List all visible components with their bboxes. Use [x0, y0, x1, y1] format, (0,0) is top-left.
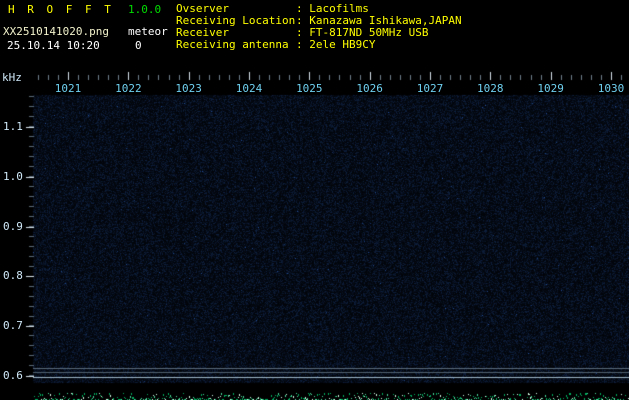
time-tick-label: 1029	[537, 82, 564, 95]
hrofft-window: H R O F F T 1.0.0 XX2510141020.png meteo…	[0, 0, 629, 400]
freq-tick-label: 1.0	[3, 170, 23, 183]
freq-tick-label: 0.9	[3, 220, 23, 233]
time-tick-label: 1022	[115, 82, 142, 95]
echo-count: 0	[135, 39, 142, 52]
app-title: H R O F F T	[8, 3, 114, 16]
y-axis-unit-label: kHz	[2, 71, 22, 84]
info-label: Receiving antenna	[176, 39, 296, 51]
time-tick-label: 1024	[236, 82, 263, 95]
time-tick-label: 1030	[598, 82, 625, 95]
time-tick-label: 1021	[55, 82, 82, 95]
spectrogram-display	[0, 0, 629, 400]
time-tick-label: 1028	[477, 82, 504, 95]
time-tick-label: 1023	[175, 82, 202, 95]
output-filename: XX2510141020.png	[3, 25, 109, 38]
freq-tick-label: 0.6	[3, 369, 23, 382]
freq-tick-label: 1.1	[3, 120, 23, 133]
station-info-block: Ovserver: LacofilmsReceiving Location: K…	[176, 3, 462, 51]
time-tick-label: 1026	[356, 82, 383, 95]
time-tick-label: 1025	[296, 82, 323, 95]
info-value: : 2ele HB9CY	[296, 38, 375, 51]
observation-mode-label: meteor	[128, 25, 168, 38]
time-tick-label: 1027	[417, 82, 444, 95]
info-row: Receiving antenna: 2ele HB9CY	[176, 39, 462, 51]
freq-tick-label: 0.8	[3, 269, 23, 282]
app-version-label: 1.0.0	[128, 3, 161, 16]
timestamp: 25.10.14 10:20	[7, 39, 100, 52]
freq-tick-label: 0.7	[3, 319, 23, 332]
